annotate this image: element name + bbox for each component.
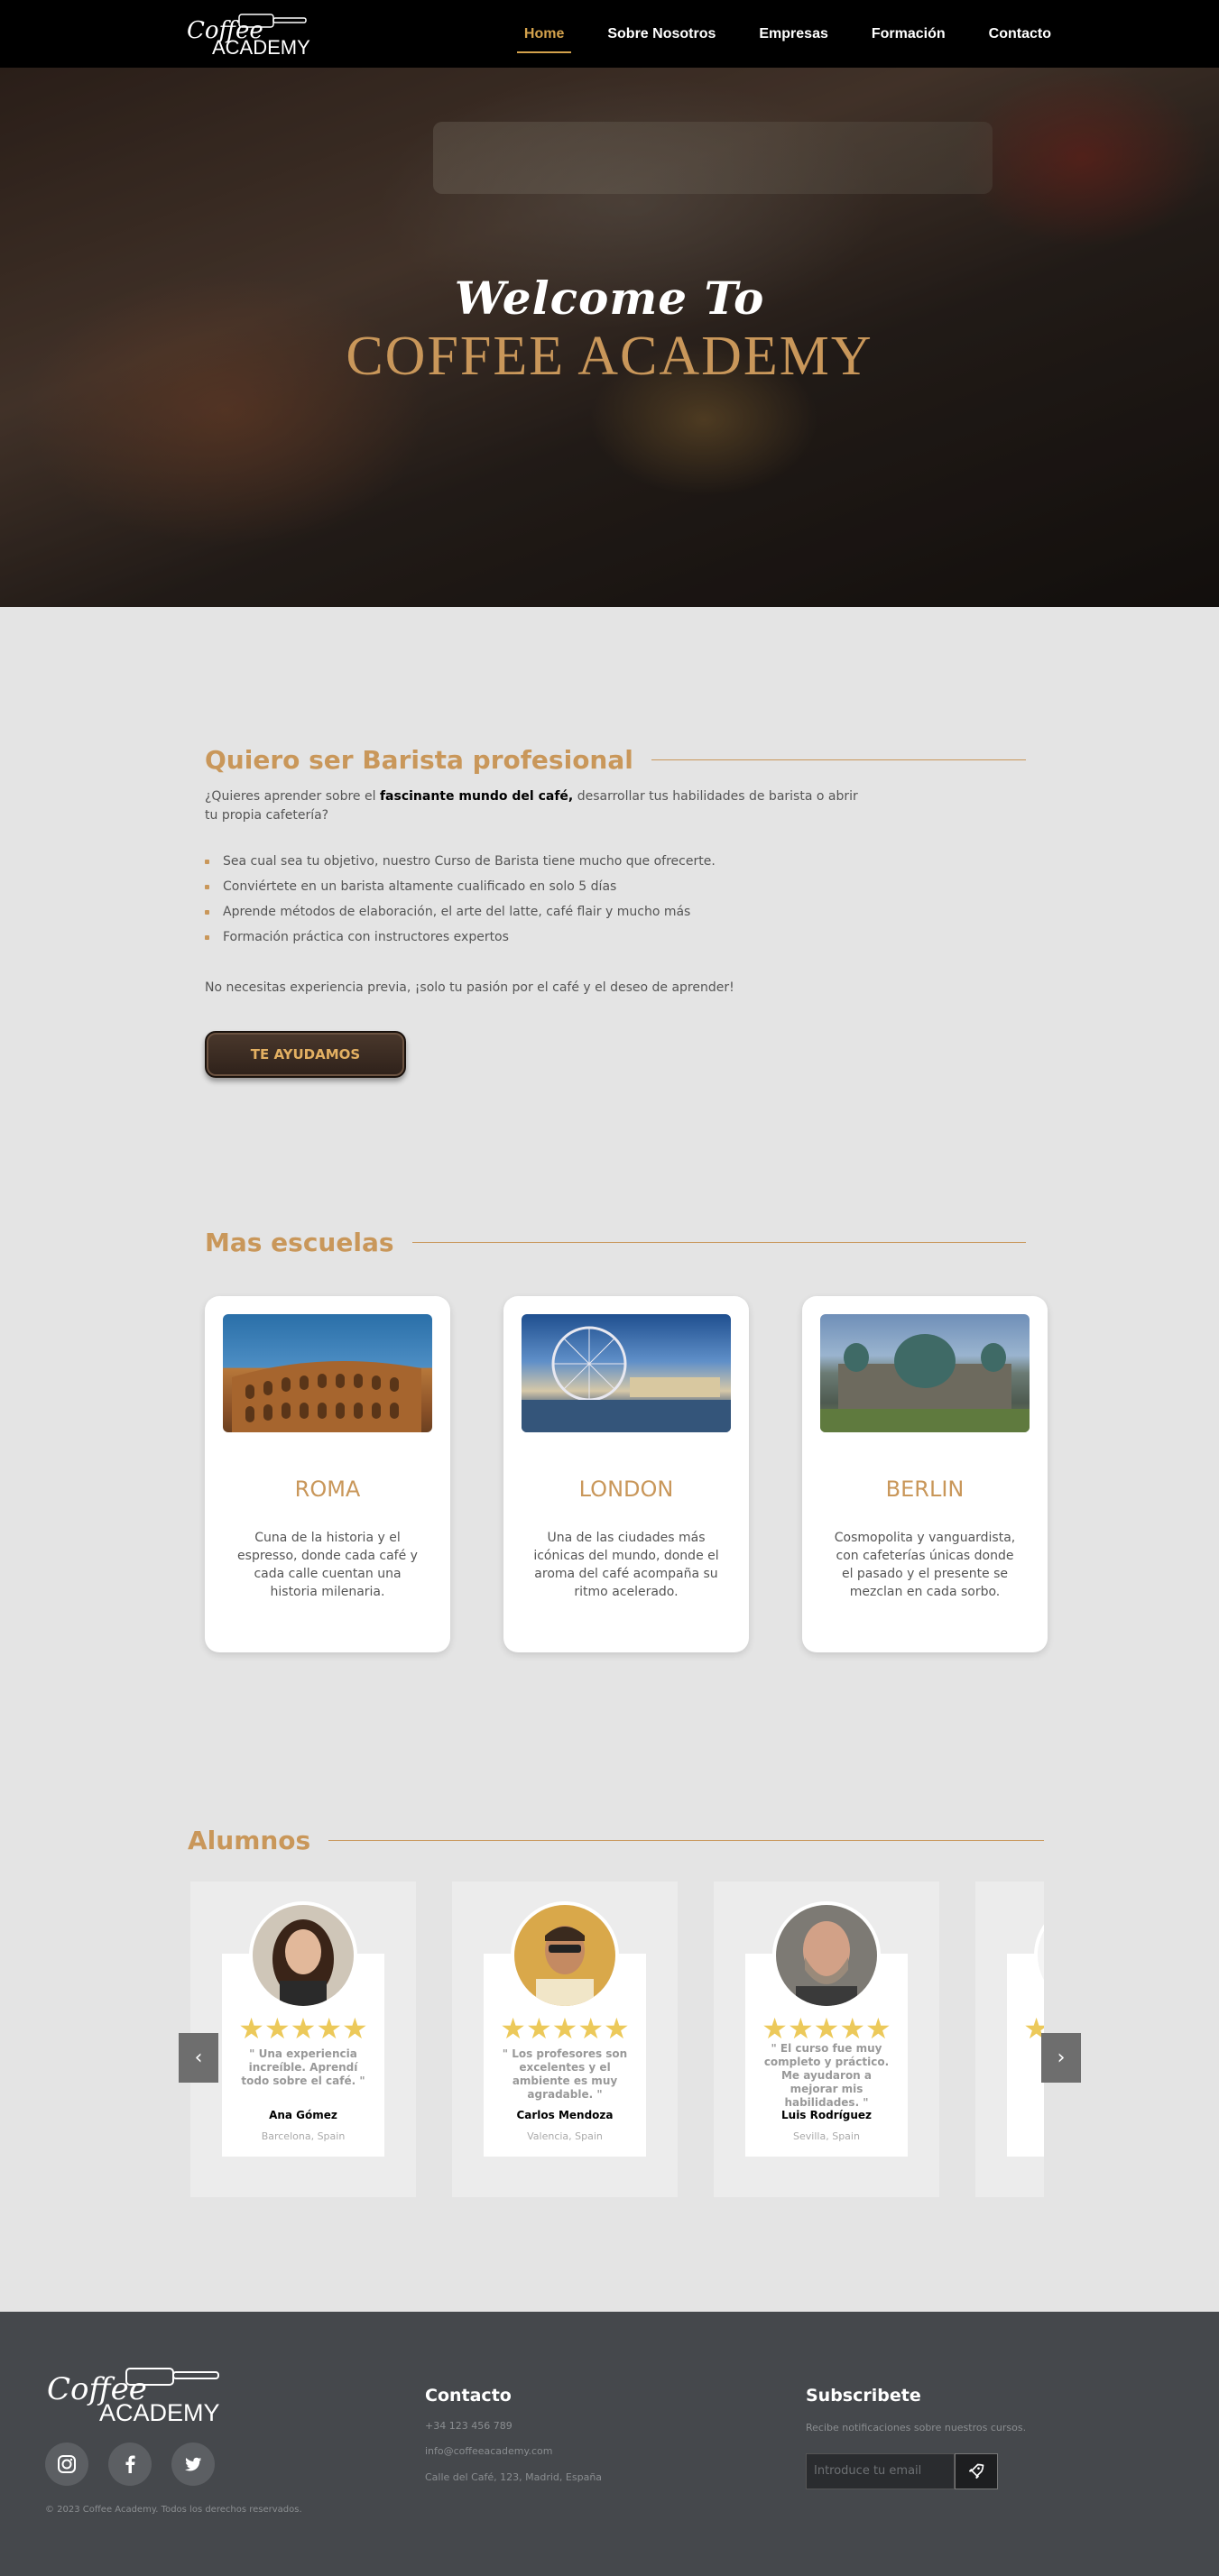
- footer: Coffee ACADEMY © 2023 Coffee Academy. To…: [0, 2312, 1219, 2576]
- nav-formacion[interactable]: Formación: [872, 21, 946, 48]
- top-navbar: Coffee ACADEMY Home Sobre Nosotros Empre…: [0, 0, 1219, 68]
- subscribe-email-input[interactable]: Introduce tu email: [806, 2453, 955, 2489]
- rating-stars: ★★★★★: [1023, 2011, 1044, 2046]
- contact-phone[interactable]: +34 123 456 789: [425, 2420, 513, 2432]
- testimonial-quote: " El curso fue muy completo y práctico. …: [763, 2042, 890, 2109]
- nav-contacto[interactable]: Contacto: [989, 21, 1051, 48]
- twitter-icon[interactable]: [171, 2443, 215, 2486]
- contact-address: Calle del Café, 123, Madrid, España: [425, 2471, 603, 2483]
- carousel-prev-button[interactable]: ‹: [179, 2033, 218, 2083]
- schools-section: Mas escuelas ROMA Cuna de la historia y …: [205, 1228, 1048, 1652]
- bullet-item: Sea cual sea tu objetivo, nuestro Curso …: [205, 849, 1026, 874]
- student-name: Carlos Mendoza: [516, 2109, 614, 2121]
- hero-banner: Welcome To COFFEE ACADEMY: [0, 68, 1219, 607]
- rating-stars: ★★★★★: [238, 2011, 368, 2046]
- avatar: [772, 1901, 881, 2010]
- schools-title: Mas escuelas: [205, 1228, 394, 1257]
- student-name: Luis Rodríguez: [781, 2109, 872, 2121]
- nav-sobre-nosotros[interactable]: Sobre Nosotros: [607, 21, 716, 48]
- student-location: Sevilla, Spain: [793, 2130, 860, 2142]
- roma-image: [223, 1314, 432, 1432]
- carousel-next-button[interactable]: ›: [1041, 2033, 1081, 2083]
- bullet-item: Aprende métodos de elaboración, el arte …: [205, 899, 1026, 925]
- svg-text:ACADEMY: ACADEMY: [212, 36, 310, 59]
- hero-welcome: Welcome To: [454, 271, 765, 325]
- student-name: Ana Gómez: [269, 2109, 337, 2121]
- school-name: LONDON: [578, 1477, 674, 1502]
- hero-brand: COFFEE ACADEMY: [346, 326, 873, 387]
- instagram-icon[interactable]: [45, 2443, 88, 2486]
- bullet-item: Formación práctica con instructores expe…: [205, 925, 1026, 950]
- barista-intro: ¿Quieres aprender sobre el fascinante mu…: [205, 789, 858, 823]
- nav-home[interactable]: Home: [516, 21, 572, 53]
- footer-logo[interactable]: Coffee ACADEMY: [45, 2361, 226, 2424]
- subscribe-button[interactable]: [955, 2453, 998, 2489]
- testimonial-card: ★★★★★ " Los profesores son excelentes y …: [452, 1881, 678, 2197]
- testimonial-card: ★★★★★ " El curso fue muy completo y prác…: [714, 1881, 939, 2197]
- school-name: ROMA: [294, 1477, 361, 1502]
- barista-title: Quiero ser Barista profesional: [205, 745, 633, 775]
- copyright: © 2023 Coffee Academy. Todos los derecho…: [45, 2505, 302, 2515]
- school-description: Cosmopolita y vanguardista, con cafeterí…: [834, 1531, 1016, 1599]
- london-image: [522, 1314, 731, 1432]
- student-location: Barcelona, Spain: [261, 2130, 346, 2142]
- avatar: [511, 1901, 619, 2010]
- coffee-academy-logo[interactable]: Coffee ACADEMY: [185, 9, 320, 59]
- school-name: BERLIN: [885, 1477, 965, 1502]
- alumnos-title: Alumnos: [188, 1826, 311, 1855]
- footer-subscribe-title: Subscribete: [806, 2386, 921, 2406]
- nav-empresas[interactable]: Empresas: [759, 21, 828, 48]
- testimonial-card: ★★★★★ " n: [975, 1881, 1044, 2197]
- avatar: [249, 1901, 357, 2010]
- testimonial-carousel[interactable]: ★★★★★ " Una experiencia increíble. Apren…: [188, 1881, 1044, 2197]
- barista-note: No necesitas experiencia previa, ¡solo t…: [205, 980, 734, 995]
- facebook-icon[interactable]: [108, 2443, 152, 2486]
- student-location: Valencia, Spain: [527, 2130, 603, 2142]
- rating-stars: ★★★★★: [500, 2011, 630, 2046]
- contact-email[interactable]: info@coffeeacademy.com: [425, 2445, 552, 2457]
- alumnos-section: Alumnos ★★★★★ " Una experiencia increíbl…: [188, 1826, 1044, 2197]
- school-card-roma[interactable]: ROMA Cuna de la historia y el espresso, …: [205, 1296, 450, 1652]
- school-card-london[interactable]: LONDON Una de las ciudades más icónicas …: [503, 1296, 749, 1652]
- title-divider: [411, 1242, 1026, 1243]
- title-divider: [328, 1840, 1044, 1841]
- testimonial-quote: " Los profesores son excelentes y el amb…: [502, 2047, 628, 2101]
- rating-stars: ★★★★★: [762, 2011, 891, 2046]
- barista-section: Quiero ser Barista profesional ¿Quieres …: [205, 745, 1026, 1078]
- barista-bullets: Sea cual sea tu objetivo, nuestro Curso …: [205, 849, 1026, 950]
- footer-contact-title: Contacto: [425, 2386, 512, 2406]
- svg-text:ACADEMY: ACADEMY: [99, 2399, 220, 2424]
- school-description: Cuna de la historia y el espresso, donde…: [237, 1531, 418, 1599]
- testimonial-card: ★★★★★ " Una experiencia increíble. Apren…: [190, 1881, 416, 2197]
- berlin-image: [820, 1314, 1030, 1432]
- testimonial-quote: " Una experiencia increíble. Aprendí tod…: [241, 2047, 365, 2087]
- school-card-berlin[interactable]: BERLIN Cosmopolita y vanguardista, con c…: [802, 1296, 1048, 1652]
- bullet-item: Conviértete en un barista altamente cual…: [205, 874, 1026, 899]
- rocket-icon: [968, 2463, 984, 2479]
- title-divider: [651, 759, 1026, 760]
- school-description: Una de las ciudades más icónicas del mun…: [533, 1531, 719, 1599]
- subscribe-text: Recibe notificaciones sobre nuestros cur…: [806, 2422, 1027, 2433]
- te-ayudamos-button[interactable]: TE AYUDAMOS: [205, 1031, 406, 1078]
